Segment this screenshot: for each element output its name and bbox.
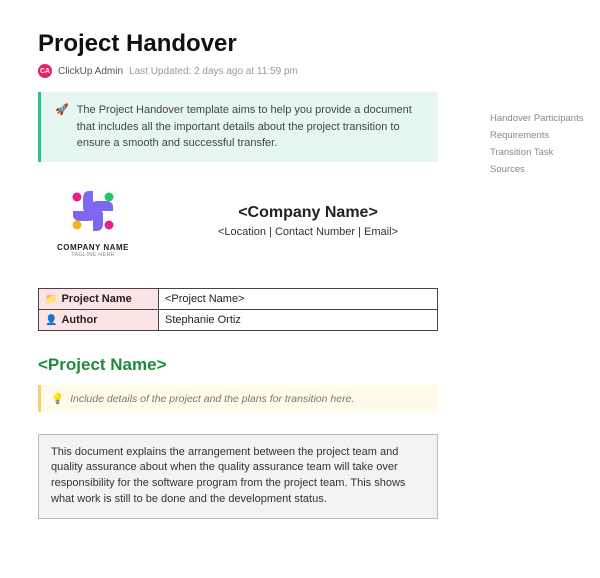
- table-row: 📁 Project Name <Project Name>: [39, 288, 438, 309]
- table-of-contents: Handover Participants Requirements Trans…: [490, 110, 590, 178]
- intro-banner-text: The Project Handover template aims to he…: [77, 102, 424, 152]
- project-description[interactable]: This document explains the arrangement b…: [38, 434, 438, 520]
- rocket-icon: 🚀: [55, 102, 69, 152]
- author-name: ClickUp Admin: [58, 66, 123, 77]
- section-hint-text: Include details of the project and the p…: [70, 393, 354, 405]
- project-name-value[interactable]: <Project Name>: [159, 288, 438, 309]
- company-contact-placeholder[interactable]: <Location | Contact Number | Email>: [178, 226, 438, 238]
- project-name-label: Project Name: [61, 293, 131, 305]
- logo-tagline: TAGLINE HERE: [38, 252, 148, 258]
- table-row: 👤 Author Stephanie Ortiz: [39, 309, 438, 330]
- company-name-placeholder[interactable]: <Company Name>: [178, 204, 438, 222]
- project-name-label-cell: 📁 Project Name: [39, 288, 159, 309]
- meta-row: CA ClickUp Admin Last Updated: 2 days ag…: [38, 64, 600, 78]
- company-block: COMPANY NAME TAGLINE HERE <Company Name>…: [38, 184, 438, 258]
- logo-label: COMPANY NAME: [38, 243, 148, 252]
- page-title: Project Handover: [38, 30, 600, 58]
- folder-icon: 📁: [45, 294, 57, 305]
- project-info-table: 📁 Project Name <Project Name> 👤 Author Ste…: [38, 288, 438, 331]
- author-label: Author: [61, 314, 97, 326]
- toc-item-transition-task[interactable]: Transition Task: [490, 144, 590, 161]
- person-icon: 👤: [45, 315, 57, 326]
- toc-item-sources[interactable]: Sources: [490, 161, 590, 178]
- logo-icon: [63, 184, 123, 239]
- intro-banner: 🚀 The Project Handover template aims to …: [38, 92, 438, 162]
- author-label-cell: 👤 Author: [39, 309, 159, 330]
- author-avatar: CA: [38, 64, 52, 78]
- author-value[interactable]: Stephanie Ortiz: [159, 309, 438, 330]
- project-section-heading[interactable]: <Project Name>: [38, 355, 600, 375]
- section-hint: 💡 Include details of the project and the …: [38, 385, 438, 412]
- company-logo: COMPANY NAME TAGLINE HERE: [38, 184, 148, 258]
- lightbulb-icon: 💡: [51, 393, 64, 405]
- toc-item-handover-participants[interactable]: Handover Participants: [490, 110, 590, 127]
- last-updated: Last Updated: 2 days ago at 11:59 pm: [129, 66, 298, 77]
- toc-item-requirements[interactable]: Requirements: [490, 127, 590, 144]
